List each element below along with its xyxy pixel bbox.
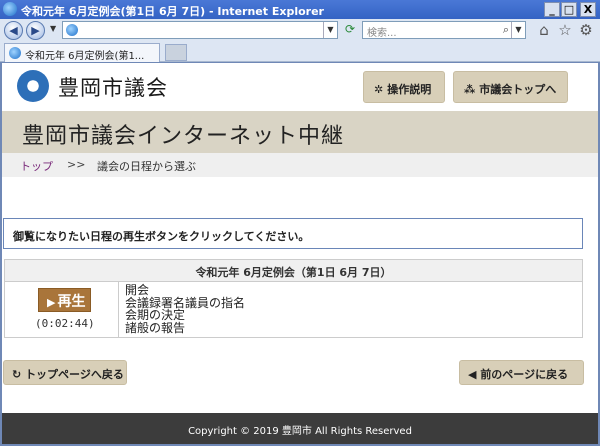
tab-current[interactable]: 令和元年 6月定例会(第1... <box>4 43 160 62</box>
search-dropdown-icon[interactable]: ▼ <box>511 22 525 38</box>
minimize-button[interactable]: _ <box>544 2 560 17</box>
refresh-icon[interactable]: ⟳ <box>341 22 359 38</box>
triangle-left-icon: ◀ <box>468 368 477 381</box>
internet-explorer-icon <box>3 2 17 16</box>
play-icon: ▶ <box>47 296 56 309</box>
page-favicon-icon <box>66 24 78 36</box>
search-icon[interactable]: ⌕ <box>503 23 509 37</box>
gear-icon[interactable]: ⚙ <box>578 22 594 38</box>
breadcrumb-current: 議会の日程から選ぶ <box>97 160 196 173</box>
tab-label: 令和元年 6月定例会(第1... <box>25 51 145 62</box>
manual-button[interactable]: ✲ 操作説明 <box>363 71 445 103</box>
page-content: 豊岡市議会 ✲ 操作説明 ⁂ 市議会トップへ 豊岡市議会インターネット中継 トップ … <box>2 63 598 444</box>
agenda-items: 開会 会議録署名議員の指名 会期の決定 諸般の報告 <box>125 284 245 334</box>
tab-bar: 令和元年 6月定例会(第1... <box>0 42 600 62</box>
search-placeholder: 検索... <box>367 28 397 39</box>
return-arrow-icon: ↻ <box>12 368 22 381</box>
manual-button-label: 操作説明 <box>387 83 432 96</box>
address-input[interactable]: ▼ <box>62 21 338 39</box>
tab-favicon-icon <box>9 47 21 59</box>
home-icon[interactable]: ⌂ <box>536 22 552 38</box>
back-to-top-label: トップページへ戻る <box>25 368 124 381</box>
schedule-table: 令和元年 6月定例会（第1日 6月 7日） ▶ 再生 (0:02:44) 開会 会… <box>4 259 583 338</box>
close-button[interactable]: X <box>580 2 596 17</box>
council-top-button-label: 市議会トップへ <box>479 83 557 96</box>
list-item: 開会 <box>125 283 150 297</box>
table-row: ▶ 再生 (0:02:44) 開会 会議録署名議員の指名 会期の決定 諸般の報告 <box>5 282 582 337</box>
play-cell: ▶ 再生 (0:02:44) <box>5 282 119 337</box>
site-name[interactable]: 豊岡市議会 <box>58 72 168 102</box>
address-toolbar: ◀ ▶ ▼ ▼ ⟳ 検索... ⌕ ▼ ⌂ ☆ ⚙ <box>0 19 600 42</box>
page-banner: 豊岡市議会インターネット中継 <box>2 111 598 153</box>
maximize-button[interactable]: □ <box>561 2 577 17</box>
instruction-box: 御覧になりたい日程の再生ボタンをクリックしてください。 <box>3 218 583 249</box>
previous-page-button[interactable]: ◀ 前のページに戻る <box>459 360 584 385</box>
sitemap-icon: ⁂ <box>464 83 476 96</box>
breadcrumb-separator: >> <box>67 158 86 171</box>
search-input[interactable]: 検索... ⌕ ▼ <box>362 21 526 39</box>
duration: (0:02:44) <box>35 317 95 330</box>
window-title-bar: 令和元年 6月定例会(第1日 6月 7日) - Internet Explore… <box>0 0 600 19</box>
previous-page-label: 前のページに戻る <box>480 368 569 381</box>
play-button[interactable]: ▶ 再生 <box>38 288 91 312</box>
window-title: 令和元年 6月定例会(第1日 6月 7日) - Internet Explore… <box>21 5 324 18</box>
forward-button[interactable]: ▶ <box>26 21 45 40</box>
copyright-footer: Copyright © 2019 豊岡市 All Rights Reserved <box>2 413 598 444</box>
gear-icon: ✲ <box>374 83 384 96</box>
site-header: 豊岡市議会 ✲ 操作説明 ⁂ 市議会トップへ <box>2 63 598 111</box>
breadcrumb-home-link[interactable]: トップ <box>20 158 53 174</box>
new-tab-button[interactable] <box>165 44 187 61</box>
schedule-header: 令和元年 6月定例会（第1日 6月 7日） <box>5 260 582 282</box>
page-title: 豊岡市議会インターネット中継 <box>22 124 345 149</box>
history-dropdown-icon[interactable]: ▼ <box>50 24 56 33</box>
address-dropdown-icon[interactable]: ▼ <box>323 22 337 38</box>
council-top-button[interactable]: ⁂ 市議会トップへ <box>453 71 568 103</box>
star-icon[interactable]: ☆ <box>557 22 573 38</box>
breadcrumb: トップ >> 議会の日程から選ぶ <box>2 153 598 177</box>
list-item: 諸般の報告 <box>125 320 186 335</box>
list-item: 会期の決定 <box>125 308 186 322</box>
toyooka-logo-icon <box>17 70 49 102</box>
back-button[interactable]: ◀ <box>4 21 23 40</box>
play-button-label: 再生 <box>57 294 86 310</box>
back-to-top-button[interactable]: ↻ トップページへ戻る <box>3 360 127 385</box>
